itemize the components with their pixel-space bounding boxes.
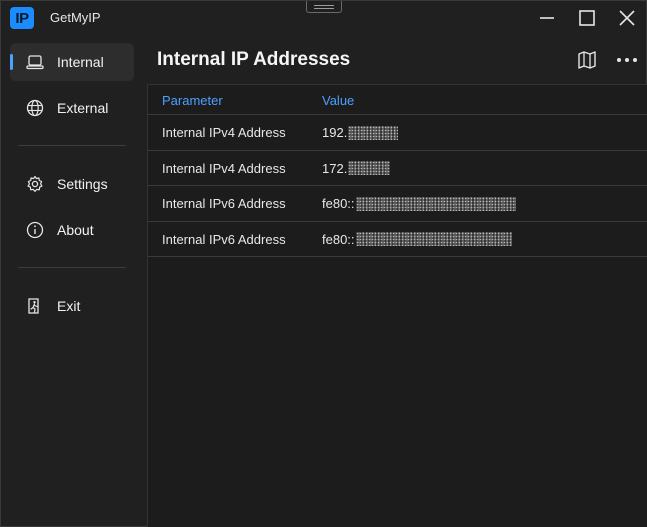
parameter-cell: Internal IPv4 Address — [162, 125, 286, 140]
app-logo-icon: IP — [10, 7, 34, 29]
sidebar-item-exit[interactable]: Exit — [10, 287, 134, 325]
sidebar-item-internal[interactable]: Internal — [10, 43, 134, 81]
sidebar-item-settings[interactable]: Settings — [10, 165, 134, 203]
column-header-parameter[interactable]: Parameter — [162, 93, 223, 108]
value-prefix: 192. — [322, 125, 348, 140]
value-cell: 172. — [322, 160, 391, 176]
parameter-cell: Internal IPv4 Address — [162, 160, 286, 176]
table-row[interactable]: Internal IPv6 Address fe80:: — [148, 222, 647, 257]
value-cell: fe80:: — [322, 232, 512, 247]
redacted-value — [355, 196, 516, 211]
more-options-button[interactable] — [614, 47, 640, 73]
active-indicator — [10, 54, 13, 70]
parameter-cell: Internal IPv6 Address — [162, 231, 286, 247]
ip-address-table: Parameter Value Internal IPv4 Address 19… — [148, 85, 647, 257]
drag-handle-icon[interactable] — [306, 1, 342, 13]
value-prefix: 172. — [322, 160, 348, 176]
redacted-value — [348, 161, 391, 175]
close-button[interactable] — [612, 5, 642, 31]
title-bar[interactable]: IP GetMyIP — [1, 1, 646, 35]
laptop-icon — [25, 52, 45, 72]
column-header-value[interactable]: Value — [322, 93, 354, 108]
parameter-cell: Internal IPv6 Address — [162, 196, 286, 211]
table-row[interactable]: Internal IPv4 Address 172. — [148, 151, 647, 186]
info-icon — [25, 220, 45, 240]
gear-icon — [25, 174, 45, 194]
sidebar-divider — [18, 267, 126, 268]
table-row[interactable]: Internal IPv6 Address fe80:: — [148, 186, 647, 222]
page-title: Internal IP Addresses — [157, 49, 351, 70]
exit-icon — [25, 296, 45, 316]
minimize-button[interactable] — [532, 5, 562, 31]
map-icon — [578, 51, 596, 69]
value-cell: fe80:: — [322, 196, 516, 211]
sidebar-item-about[interactable]: About — [10, 211, 134, 249]
content-panel: Parameter Value Internal IPv4 Address 19… — [147, 84, 647, 527]
sidebar-item-label: Settings — [57, 176, 108, 192]
table-row[interactable]: Internal IPv4 Address 192. — [148, 115, 647, 151]
map-button[interactable] — [574, 47, 600, 73]
maximize-button[interactable] — [572, 5, 602, 31]
value-cell: 192. — [322, 125, 399, 140]
table-header: Parameter Value — [148, 85, 647, 115]
globe-icon — [25, 98, 45, 118]
sidebar-item-label: Exit — [57, 298, 81, 314]
app-title: GetMyIP — [50, 10, 101, 25]
sidebar-item-label: External — [57, 100, 109, 116]
value-prefix: fe80:: — [322, 196, 355, 211]
sidebar-item-external[interactable]: External — [10, 89, 134, 127]
redacted-value — [355, 232, 512, 246]
sidebar-item-label: About — [57, 222, 94, 238]
close-icon — [619, 10, 635, 26]
sidebar-item-label: Internal — [57, 54, 104, 70]
more-icon — [617, 58, 637, 62]
sidebar: Internal External Settings About Exit — [1, 35, 141, 527]
redacted-value — [348, 125, 399, 140]
sidebar-divider — [18, 145, 126, 146]
value-prefix: fe80:: — [322, 231, 355, 247]
app-window: IP GetMyIP Internal External Settings Ab… — [0, 0, 647, 527]
minimize-icon — [540, 17, 554, 19]
maximize-icon — [579, 10, 595, 26]
